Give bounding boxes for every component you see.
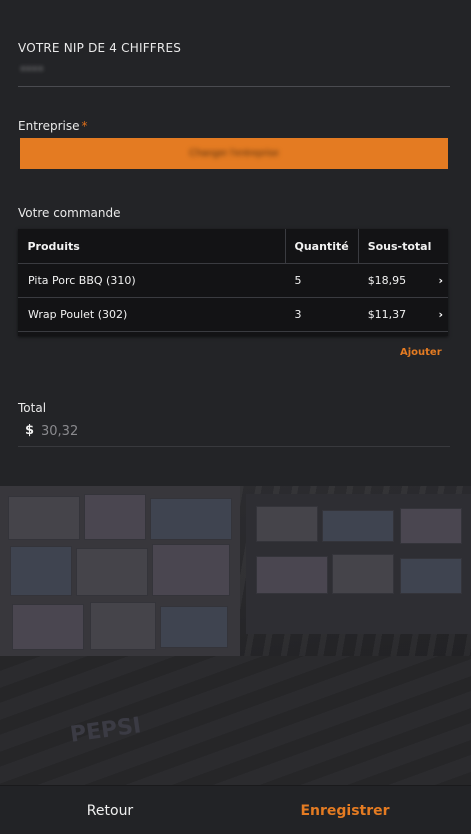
currency-symbol: $ bbox=[25, 423, 35, 438]
header-subtotal: Sous-total bbox=[357, 229, 448, 264]
table-filler bbox=[18, 331, 448, 336]
row-quantity: 3 bbox=[284, 297, 359, 332]
header-products: Produits bbox=[18, 229, 285, 264]
row-quantity: 5 bbox=[284, 263, 359, 298]
nip-label: VOTRE NIP DE 4 CHIFFRES bbox=[18, 41, 182, 55]
back-button[interactable]: Retour bbox=[60, 800, 160, 822]
chevron-right-icon[interactable]: › bbox=[421, 263, 448, 298]
table-row[interactable]: Pita Porc BBQ (310) 5 $18,95 › bbox=[18, 263, 448, 298]
footer-bar: Retour Enregistrer bbox=[0, 785, 471, 834]
row-product: Wrap Poulet (302) bbox=[18, 297, 285, 332]
row-subtotal: $18,95 bbox=[357, 263, 422, 298]
save-button[interactable]: Enregistrer bbox=[290, 800, 400, 822]
row-product: Pita Porc BBQ (310) bbox=[18, 263, 285, 298]
order-table: Produits Quantité Sous-total Pita Porc B… bbox=[18, 229, 448, 336]
chevron-right-icon[interactable]: › bbox=[421, 297, 448, 332]
nip-underline bbox=[18, 86, 450, 87]
add-item-link[interactable]: Ajouter bbox=[400, 347, 442, 358]
table-row[interactable]: Wrap Poulet (302) 3 $11,37 › bbox=[18, 297, 448, 332]
total-label: Total bbox=[18, 401, 47, 415]
total-value: 30,32 bbox=[41, 424, 79, 439]
header-quantity: Quantité bbox=[284, 229, 359, 264]
company-select-button[interactable]: Changer l'entreprise bbox=[20, 138, 448, 169]
required-marker: * bbox=[81, 119, 88, 133]
row-subtotal: $11,37 bbox=[357, 297, 422, 332]
store-background-image: PEPSI bbox=[0, 486, 471, 785]
order-label: Votre commande bbox=[18, 206, 121, 220]
total-underline bbox=[18, 446, 450, 447]
company-label-text: Entreprise bbox=[18, 119, 80, 133]
company-label: Entreprise * bbox=[18, 119, 87, 133]
nip-field[interactable]: •••• bbox=[20, 64, 54, 76]
order-table-header: Produits Quantité Sous-total bbox=[18, 229, 448, 264]
company-select-button-label: Changer l'entreprise bbox=[189, 148, 279, 159]
